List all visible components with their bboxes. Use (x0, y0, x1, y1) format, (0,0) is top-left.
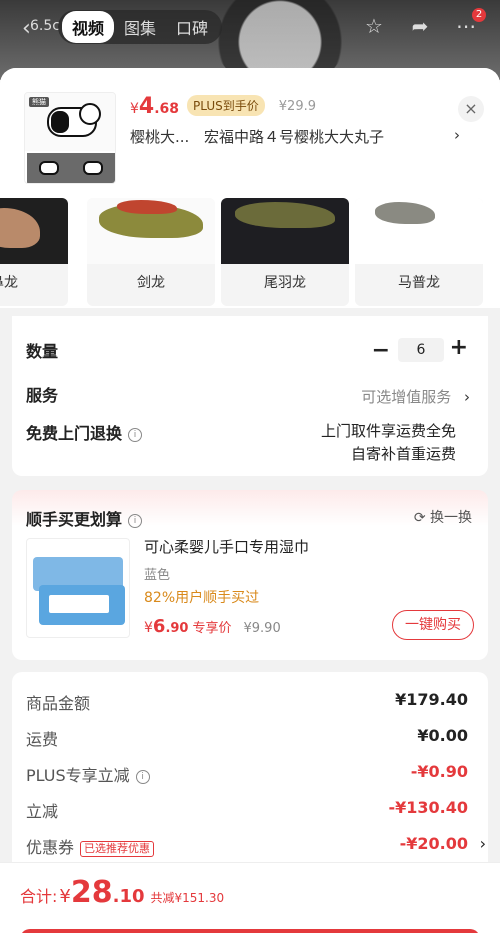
address-row[interactable]: 樱桃大... 宏福中路４号樱桃大大丸子 › (130, 126, 460, 147)
variant-image (87, 198, 215, 264)
total-decimal: .10 (112, 886, 145, 907)
quantity-input[interactable]: 6 (398, 338, 444, 362)
variant-label: 马普龙 (398, 275, 440, 291)
quantity-increase-button[interactable]: + (450, 335, 468, 360)
exclusive-price-label: 专享价 (192, 621, 232, 636)
free-return-label-row: 免费上门退换 i (26, 420, 143, 444)
variant-label: 尾羽龙 (264, 275, 306, 291)
variant-option[interactable]: 剑龙 (87, 198, 215, 306)
bundle-buy-percent: 82%用户顺手买过 (144, 590, 260, 606)
free-return-label: 免费上门退换 (26, 424, 123, 443)
chevron-right-icon: › (464, 388, 470, 406)
bundle-product-image[interactable] (26, 538, 130, 638)
address-detail: 宏福中路４号樱桃大大丸子 (204, 128, 385, 146)
top-bar: ‹ 6.5c 视频 图集 口碑 ☆ ➦ ⋯ 2 (0, 8, 500, 46)
submit-order-button[interactable] (20, 929, 480, 933)
price-decimal: .68 (154, 101, 180, 117)
bundle-price-integer: 6 (152, 616, 166, 637)
variant-image (0, 198, 68, 264)
close-button[interactable]: × (458, 96, 484, 122)
summary-row-plus: PLUS专享立减 i -¥0.90 (26, 762, 468, 785)
variant-image (221, 198, 349, 264)
variant-option[interactable]: 马普龙 (355, 198, 483, 306)
service-value: 可选增值服务 (361, 388, 452, 406)
plus-price-tag: PLUS到手价 (187, 95, 265, 116)
price-summary-card: 商品金额 ¥179.40 运费 ¥0.00 PLUS专享立减 i -¥0.90 立… (12, 672, 488, 872)
coupon-amount: -¥20.00 (399, 834, 468, 853)
bundle-product-name[interactable]: 可心柔婴儿手口专用湿巾 (144, 536, 309, 557)
product-thumbnail[interactable]: 熊猫 (24, 92, 116, 184)
bundle-title: 顺手买更划算 (26, 510, 123, 529)
plus-discount-amount: -¥0.90 (410, 762, 468, 781)
quantity-decrease-button[interactable]: − (372, 338, 390, 363)
service-selector[interactable]: 可选增值服务 › (361, 386, 470, 407)
info-icon[interactable]: i (128, 427, 143, 442)
star-icon[interactable]: ☆ (362, 14, 386, 38)
thumb-tag: 熊猫 (29, 97, 49, 107)
price-integer: 4 (138, 94, 155, 119)
service-label: 服务 (26, 386, 59, 405)
options-card: 数量 − 6 + 服务 可选增值服务 › 免费上门退换 i 上门取件享运费全免 自… (12, 316, 488, 476)
variant-label: 剑龙 (137, 275, 165, 291)
price-row: ¥ 4 .68 PLUS到手价 ¥29.9 (130, 94, 316, 119)
variant-image (355, 198, 483, 264)
bundle-price-row: ¥ 6 .90 专享价 ¥9.90 (144, 616, 281, 637)
message-badge: 2 (472, 8, 486, 22)
chevron-right-icon: › (454, 126, 460, 144)
coupon-tag: 已选推荐优惠 (80, 840, 155, 857)
quantity-label: 数量 (26, 342, 59, 361)
total-integer: 28 (70, 875, 113, 910)
bundle-price-decimal: .90 (165, 621, 189, 636)
bundle-original-price: ¥9.90 (243, 621, 281, 636)
swap-label: 换一换 (430, 510, 472, 526)
address-name: 樱桃大... (130, 128, 190, 146)
free-return-line1: 上门取件享运费全免 (320, 422, 456, 440)
share-icon[interactable]: ➦ (408, 14, 432, 38)
tab-gallery[interactable]: 图集 (114, 11, 166, 43)
free-return-line2: 自寄补首重运费 (350, 445, 456, 463)
chevron-right-icon: › (479, 834, 486, 853)
tab-reviews[interactable]: 口碑 (166, 11, 218, 43)
tab-video[interactable]: 视频 (62, 11, 115, 43)
free-return-description: 上门取件享运费全免 自寄补首重运费 (321, 420, 456, 466)
bundle-title-row: 顺手买更划算 i (26, 506, 143, 530)
original-price: ¥29.9 (278, 99, 316, 114)
summary-row-shipping: 运费 ¥0.00 (26, 726, 468, 749)
sheet-header: 熊猫 ¥ 4 .68 PLUS到手价 ¥29.9 樱桃大... 宏福中路４号樱桃… (0, 68, 500, 198)
bundle-product-color: 蓝色 (144, 568, 171, 583)
goods-amount: ¥179.40 (395, 690, 468, 709)
back-text: 6.5c (30, 18, 60, 34)
one-click-buy-button[interactable]: 一键购买 (392, 610, 474, 640)
variant-option[interactable]: 鼻龙 (0, 198, 68, 306)
swap-button[interactable]: ⟳ 换一换 (414, 507, 472, 527)
media-tabs: 视频 图集 口碑 (58, 10, 223, 44)
more-icon[interactable]: ⋯ 2 (454, 8, 486, 38)
variant-label: 鼻龙 (0, 275, 18, 291)
bundle-card: 顺手买更划算 i ⟳ 换一换 可心柔婴儿手口专用湿巾 蓝色 82%用户顺手买过 ¥… (12, 490, 488, 660)
summary-row-coupon[interactable]: 优惠券 已选推荐优惠 -¥20.00 › (26, 834, 486, 858)
refresh-icon: ⟳ (413, 510, 426, 526)
variant-option[interactable]: 尾羽龙 (221, 198, 349, 306)
total-saved: 共减¥151.30 (150, 891, 225, 905)
checkout-footer: 合计: ¥ 28 .10 共减¥151.30 (0, 862, 500, 933)
shipping-amount: ¥0.00 (417, 726, 468, 745)
total-price: 合计: ¥ 28 .10 共减¥151.30 (20, 875, 225, 910)
summary-row-goods: 商品金额 ¥179.40 (26, 690, 468, 713)
summary-row-discount: 立减 -¥130.40 (26, 798, 468, 821)
info-icon[interactable]: i (135, 769, 150, 784)
purchase-sheet: 熊猫 ¥ 4 .68 PLUS到手价 ¥29.9 樱桃大... 宏福中路４号樱桃… (0, 68, 500, 933)
info-icon[interactable]: i (128, 513, 143, 528)
instant-discount-amount: -¥130.40 (388, 798, 468, 817)
variant-selector: 鼻龙 剑龙 尾羽龙 马普龙 (0, 198, 500, 308)
